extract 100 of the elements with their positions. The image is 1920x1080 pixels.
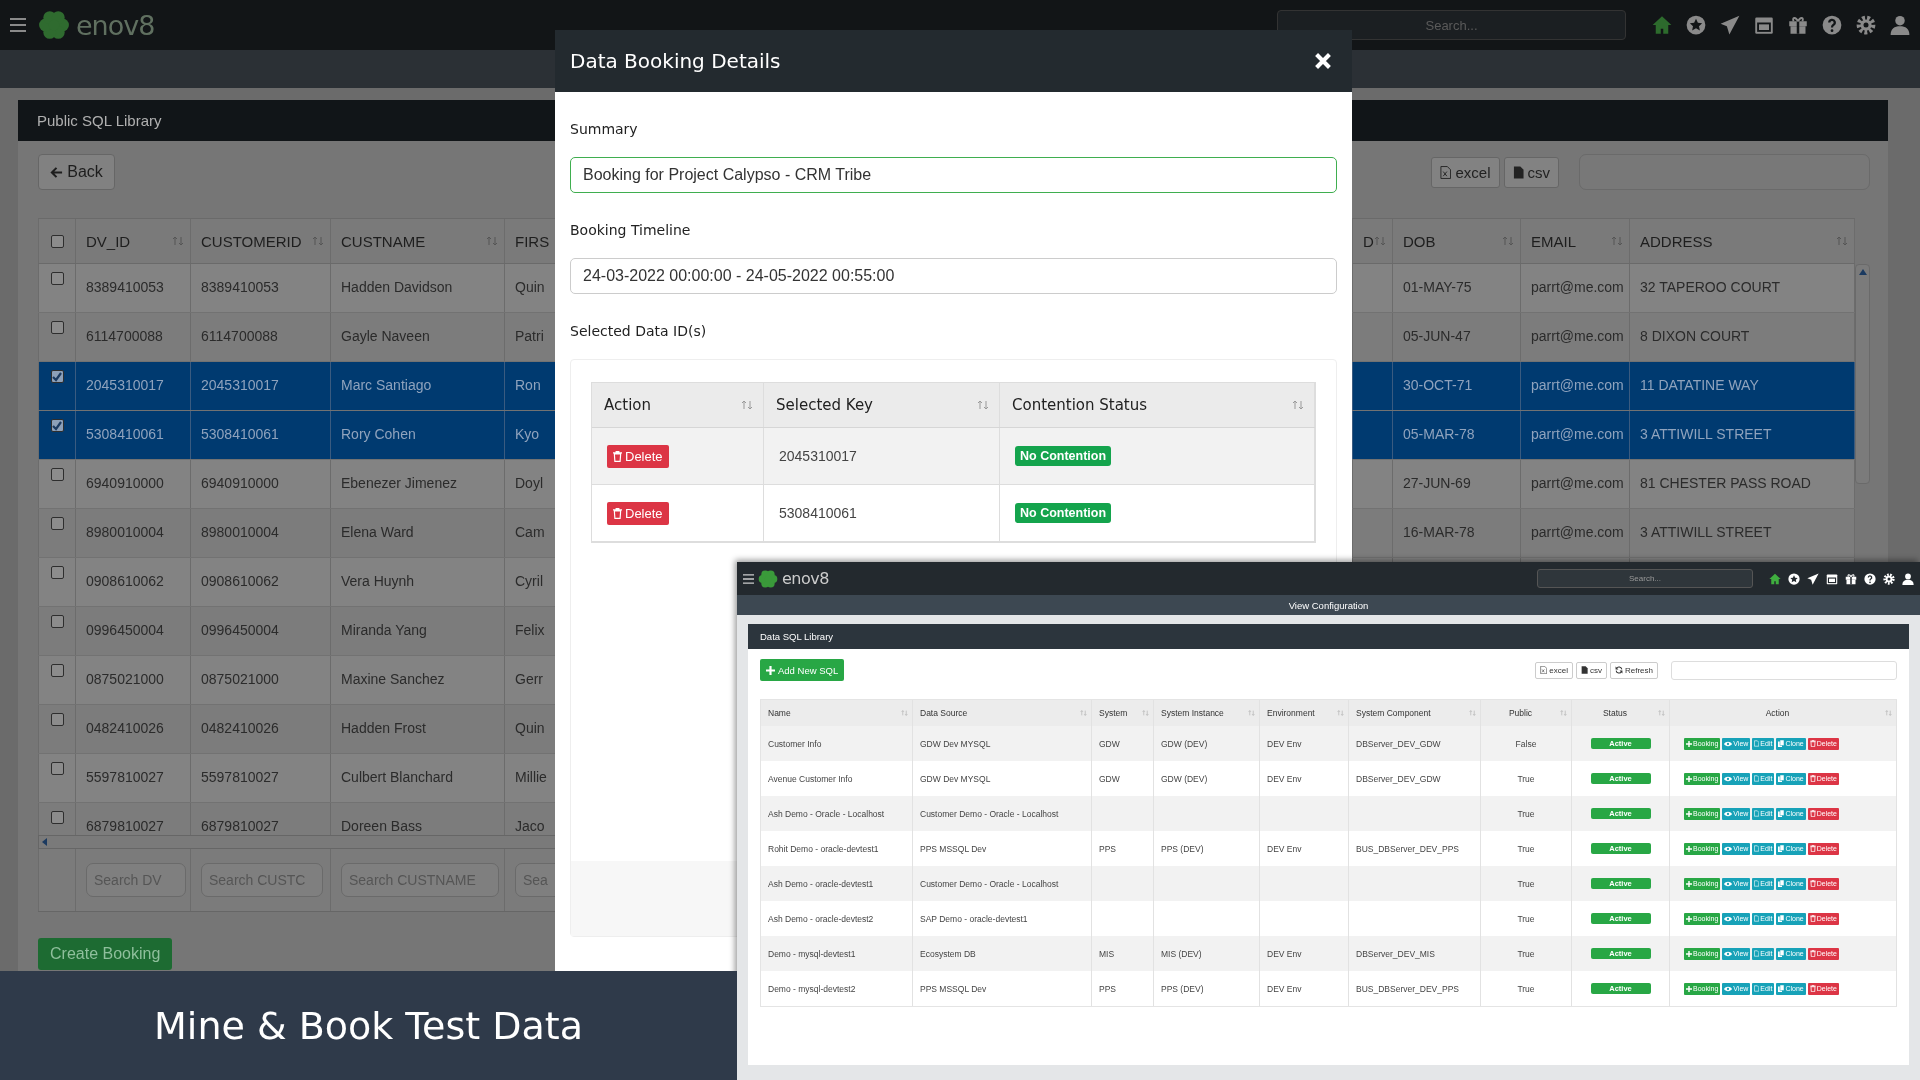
table-cell: Demo - mysql-devtest2 (768, 983, 856, 994)
table-cell: Ecosystem DB (920, 948, 976, 959)
table-cell: parrt@me.com (1531, 327, 1624, 345)
table-cell: 2045310017 (86, 376, 164, 394)
caption-text: Mine & Book Test Data (154, 1003, 583, 1048)
table-cell: BUS_DBServer_DEV_PPS (1356, 843, 1459, 854)
table-cell: Rory Cohen (341, 425, 416, 443)
table-cell: 0482410026 (201, 719, 279, 737)
table-cell: parrt@me.com (1531, 425, 1624, 443)
table-cell: PPS MSSQL Dev (920, 983, 987, 994)
table-cell: SAP Demo - oracle-devtest1 (920, 913, 1028, 924)
table-cell: 6114700088 (201, 327, 278, 345)
table-cell: 5308410061 (201, 425, 279, 443)
status-badge: No Contention (1015, 446, 1112, 466)
table-cell: Ron (515, 376, 541, 394)
table-cell: DEV Env (1267, 738, 1302, 749)
table-cell: Millie (515, 768, 547, 786)
table-cell: Customer Info (768, 738, 822, 749)
table-cell: 0908610062 (86, 572, 164, 590)
table-cell: 0996450004 (86, 621, 164, 639)
table-cell: True (1517, 808, 1535, 819)
table-cell: Elena Ward (341, 523, 414, 541)
brand-name: enov8 (782, 569, 829, 588)
table-cell: 05-MAR-78 (1403, 425, 1475, 443)
table-cell: Doyl (515, 474, 543, 492)
table-cell: PPS (DEV) (1161, 983, 1204, 994)
table-cell: parrt@me.com (1531, 474, 1624, 492)
table-cell: 81 CHESTER PASS ROAD (1640, 474, 1811, 492)
table-cell: 01-MAY-75 (1403, 278, 1472, 296)
table-cell: 0875021000 (86, 670, 164, 688)
table-cell: PPS (1099, 983, 1116, 994)
table-cell: Quin (515, 278, 545, 296)
table-cell: 6879810027 (201, 817, 279, 835)
table-cell: 8980010004 (86, 523, 164, 541)
table-cell: 0908610062 (201, 572, 279, 590)
field-label: Summary (570, 121, 639, 137)
table-cell: Customer Demo - Oracle - Localhost (920, 878, 1059, 889)
table-cell: Demo - mysql-devtest1 (768, 948, 856, 959)
table-cell: Ash Demo - oracle-devtest2 (768, 913, 874, 924)
table-cell: DBServer_DEV_GDW (1356, 738, 1441, 749)
table-cell: Miranda Yang (341, 621, 427, 639)
table-cell: 8389410053 (201, 278, 279, 296)
table-cell: Marc Santiago (341, 376, 432, 394)
table-cell: parrt@me.com (1531, 376, 1624, 394)
table-cell: GDW Dev MYSQL (920, 738, 991, 749)
table-cell: Ash Demo - oracle-devtest1 (768, 878, 874, 889)
table-cell: True (1517, 773, 1535, 784)
page-title: View Configuration (1288, 599, 1369, 611)
table-cell: GDW Dev MYSQL (920, 773, 991, 784)
table-cell: Rohit Demo - oracle-devtest1 (768, 843, 879, 854)
table-cell: BUS_DBServer_DEV_PPS (1356, 983, 1459, 994)
table-cell: 3 ATTIWILL STREET (1640, 425, 1772, 443)
table-cell: True (1517, 878, 1535, 889)
panel-title: Data SQL Library (748, 624, 1909, 649)
table-cell: Patri (515, 327, 544, 345)
table-cell: Culbert Blanchard (341, 768, 454, 786)
table-cell: 05-JUN-47 (1403, 327, 1471, 345)
table-cell: Hadden Frost (341, 719, 426, 737)
table-cell: 2045310017 (201, 376, 279, 394)
table-cell: Cam (515, 523, 545, 541)
table-cell: DBServer_DEV_GDW (1356, 773, 1441, 784)
table-cell: Cyril (515, 572, 543, 590)
status-badge: No Contention (1015, 503, 1112, 523)
table-cell: GDW (DEV) (1161, 738, 1208, 749)
table-cell: Felix (515, 621, 545, 639)
table-cell: 11 DATATINE WAY (1640, 376, 1759, 394)
table-cell: DBServer_DEV_MIS (1356, 948, 1435, 959)
table-cell: False (1515, 738, 1537, 749)
table-cell: PPS (1099, 843, 1116, 854)
table-cell: Ebenezer Jimenez (341, 474, 457, 492)
table-cell: 0996450004 (201, 621, 279, 639)
table-cell: 2045310017 (779, 448, 857, 464)
table-cell: MIS (1099, 948, 1115, 959)
table-cell: 3 ATTIWILL STREET (1640, 523, 1772, 541)
table-cell: DEV Env (1267, 843, 1302, 854)
table-cell: 5597810027 (201, 768, 279, 786)
table-cell: True (1517, 913, 1535, 924)
table-cell: 6940910000 (86, 474, 164, 492)
table-cell: Doreen Bass (341, 817, 422, 835)
table-cell: Ash Demo - Oracle - Localhost (768, 808, 885, 819)
table-cell: DEV Env (1267, 983, 1302, 994)
table-cell: 30-OCT-71 (1403, 376, 1473, 394)
table-cell: 6114700088 (86, 327, 163, 345)
table-cell: GDW (1099, 738, 1120, 749)
table-cell: parrt@me.com (1531, 278, 1624, 296)
table-cell: 0875021000 (201, 670, 279, 688)
table-cell: DEV Env (1267, 948, 1302, 959)
field-label: Booking Timeline (570, 222, 692, 238)
table-cell: 0482410026 (86, 719, 164, 737)
table-cell: 32 TAPEROO COURT (1640, 278, 1781, 296)
table-cell: 6879810027 (86, 817, 164, 835)
field-label: Selected Data ID(s) (570, 323, 708, 339)
table-cell: GDW (1099, 773, 1120, 784)
table-cell: Quin (515, 719, 545, 737)
table-cell: Avenue Customer Info (768, 773, 853, 784)
table-cell: Gayle Naveen (341, 327, 430, 345)
table-cell: 8980010004 (201, 523, 279, 541)
table-cell: GDW (DEV) (1161, 773, 1208, 784)
table-cell: parrt@me.com (1531, 523, 1624, 541)
table-cell: Maxine Sanchez (341, 670, 445, 688)
